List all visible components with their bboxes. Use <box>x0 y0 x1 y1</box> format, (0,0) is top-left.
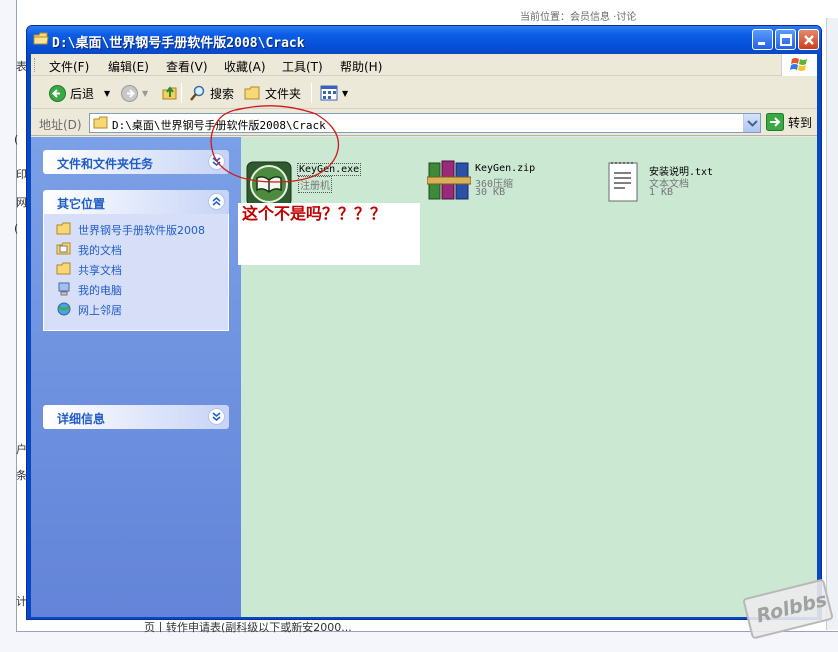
place-my-documents[interactable]: 我的文档 <box>56 242 220 258</box>
details-title: 详细信息 <box>57 412 106 426</box>
chevron-down-icon <box>747 120 758 127</box>
search-button[interactable]: 搜索 <box>189 82 234 104</box>
views-dropdown-icon: ▼ <box>342 88 349 98</box>
file-name: KeyGen.zip <box>475 163 536 174</box>
place-label: 共享文档 <box>78 264 122 277</box>
folder-icon <box>33 32 49 45</box>
maximize-icon <box>780 34 792 46</box>
background-side-char: ( <box>14 222 19 235</box>
back-arrow-icon <box>49 84 66 102</box>
annotation-note: 这个不是吗？？？？ <box>238 203 420 265</box>
go-label: 转到 <box>788 115 813 130</box>
menu-bar: 文件(F) 编辑(E) 查看(V) 收藏(A) 工具(T) 帮助(H) <box>31 54 817 76</box>
window-title: D:\桌面\世界钢号手册软件版2008\Crack <box>52 36 305 51</box>
search-label: 搜索 <box>210 86 235 101</box>
up-folder-icon <box>162 86 177 100</box>
file-tasks-title: 文件和文件夹任务 <box>57 157 154 171</box>
back-dropdown-icon[interactable]: ▼ <box>104 89 110 98</box>
background-right-column <box>826 18 838 630</box>
forward-dropdown-icon[interactable]: ▼ <box>142 89 148 98</box>
file-size: 30 KB <box>475 187 506 198</box>
minimize-button[interactable] <box>752 29 773 50</box>
up-folder-button[interactable] <box>161 82 179 104</box>
folders-button[interactable]: 文件夹 <box>244 82 301 104</box>
other-places-title: 其它位置 <box>57 197 106 211</box>
back-button[interactable]: 后退 ▼ <box>49 82 110 104</box>
place-parent-folder[interactable]: 世界钢号手册软件版2008 <box>56 222 220 238</box>
menu-view[interactable]: 查看(V) <box>166 58 208 75</box>
minimize-icon <box>758 42 765 45</box>
menu-edit[interactable]: 编辑(E) <box>108 58 149 75</box>
folder-icon <box>93 116 108 129</box>
chevron-down-icon[interactable] <box>208 408 225 425</box>
watermark-text: Rolbbs <box>754 588 830 628</box>
address-label: 地址(D) <box>39 118 82 132</box>
details-header[interactable]: 详细信息 <box>43 405 229 429</box>
go-arrow-icon <box>766 113 784 131</box>
close-icon <box>804 35 814 45</box>
close-button[interactable] <box>798 29 819 50</box>
window-client: 文件(F) 编辑(E) 查看(V) 收藏(A) 工具(T) 帮助(H) 后退 ▼… <box>31 54 817 617</box>
toolbar-separator <box>311 83 312 103</box>
file-tasks-panel: 文件和文件夹任务 <box>43 150 229 174</box>
folder-icon <box>244 86 260 99</box>
forward-button[interactable]: ▼ <box>121 82 148 104</box>
menu-favorites[interactable]: 收藏(A) <box>224 58 266 75</box>
title-bar[interactable]: D:\桌面\世界钢号手册软件版2008\Crack <box>27 26 821 54</box>
menubar-grip[interactable] <box>34 58 37 72</box>
views-button[interactable]: ▼ <box>320 82 348 104</box>
background-top-text: 当前位置：会员信息 ·讨论 <box>520 12 637 23</box>
folder-icon <box>56 222 71 235</box>
place-label: 我的文档 <box>78 244 122 257</box>
shared-folder-icon <box>56 262 71 275</box>
address-dropdown-button[interactable] <box>743 114 760 132</box>
forward-arrow-icon <box>121 84 138 102</box>
address-input[interactable]: D:\桌面\世界钢号手册软件版2008\Crack <box>89 113 761 133</box>
file-size: 1 KB <box>649 187 674 198</box>
windows-flag-icon <box>790 58 807 71</box>
toolbar: 后退 ▼ ▼ 搜索 文件夹 ▼ <box>31 77 817 109</box>
back-label: 后退 <box>70 86 95 101</box>
annotation-text: 这个不是吗？？？？ <box>242 204 387 223</box>
menu-tools[interactable]: 工具(T) <box>282 58 323 75</box>
details-panel: 详细信息 <box>43 405 229 429</box>
menu-file[interactable]: 文件(F) <box>49 58 89 75</box>
annotation-circle <box>210 105 340 183</box>
chevron-up-icon[interactable] <box>208 193 225 210</box>
views-grid-icon <box>320 85 338 101</box>
explorer-window: D:\桌面\世界钢号手册软件版2008\Crack 文件(F) 编辑(E) 查看… <box>26 25 822 620</box>
search-icon <box>190 85 205 101</box>
menu-help[interactable]: 帮助(H) <box>340 58 382 75</box>
address-bar: 地址(D) D:\桌面\世界钢号手册软件版2008\Crack 转到 <box>31 110 817 136</box>
task-pane: 文件和文件夹任务 其它位置 世界钢号手册软件版2008 我的文档 共享文档 我的… <box>31 137 241 617</box>
background-side-char: ( <box>14 133 19 146</box>
toolbar-separator <box>181 83 182 103</box>
place-label: 世界钢号手册软件版2008 <box>78 224 205 237</box>
maximize-button[interactable] <box>775 29 796 50</box>
network-icon <box>57 302 71 316</box>
folders-label: 文件夹 <box>265 86 302 101</box>
go-button[interactable]: 转到 <box>766 113 812 131</box>
file-tasks-header[interactable]: 文件和文件夹任务 <box>43 150 229 174</box>
windows-logo <box>781 54 817 76</box>
other-places-panel: 其它位置 世界钢号手册软件版2008 我的文档 共享文档 我的电脑 网上邻居 <box>43 190 229 331</box>
other-places-header[interactable]: 其它位置 <box>43 190 229 214</box>
text-document-icon <box>608 162 638 202</box>
place-shared-documents[interactable]: 共享文档 <box>56 262 220 278</box>
my-computer-icon <box>58 282 70 296</box>
place-my-computer[interactable]: 我的电脑 <box>56 282 220 298</box>
place-label: 我的电脑 <box>78 284 122 297</box>
archive-icon <box>427 160 471 200</box>
background-bottom-text: 页丨转作申请表(副科级以下或新安2000... <box>144 621 352 634</box>
other-places-list: 世界钢号手册软件版2008 我的文档 共享文档 我的电脑 网上邻居 <box>43 214 229 331</box>
place-network[interactable]: 网上邻居 <box>56 302 220 318</box>
my-documents-icon <box>56 242 71 255</box>
place-label: 网上邻居 <box>78 304 122 317</box>
